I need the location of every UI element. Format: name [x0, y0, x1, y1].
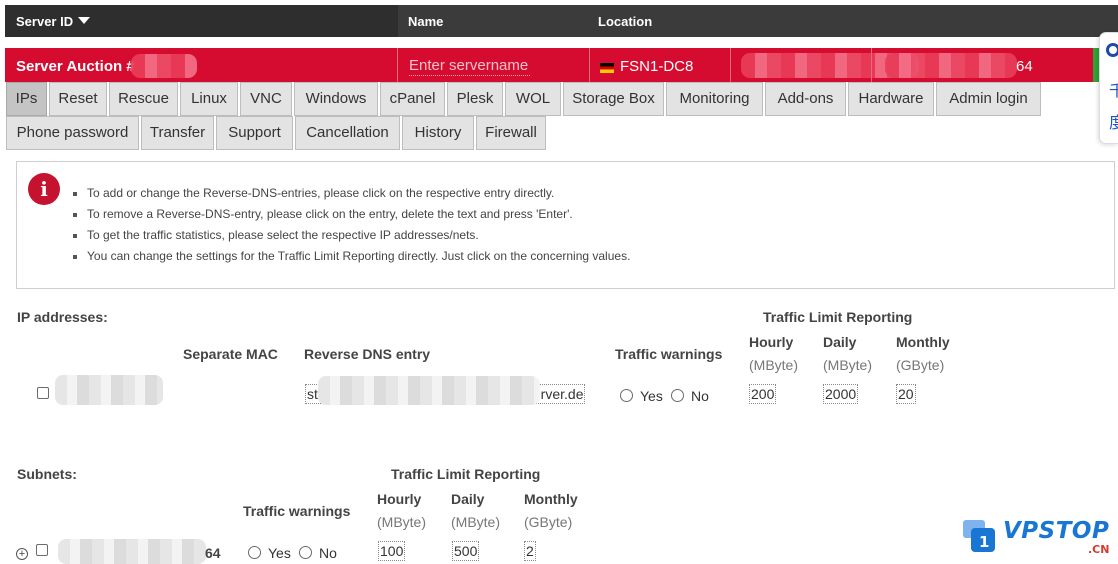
subnet-warning-yes-radio[interactable] [248, 546, 261, 559]
server-id-sort-header[interactable]: Server ID [5, 5, 398, 37]
tab-transfer[interactable]: Transfer [141, 116, 214, 150]
subnet-hourly-limit-value[interactable]: 100 [378, 541, 406, 561]
server-id-label: Server ID [16, 14, 74, 29]
traffic-warning-no-radio[interactable] [671, 389, 684, 402]
subnet-suffix: 64 [205, 545, 221, 561]
tab-phone-password[interactable]: Phone password [6, 116, 139, 150]
location-column-header: Location [598, 14, 653, 29]
server-table-header: Server ID Name Location [5, 5, 1118, 37]
watermark-tld: .CN [1088, 543, 1110, 556]
rdns-prefix: st [307, 386, 318, 402]
subnet-yes-label: Yes [268, 545, 291, 561]
column-divider [589, 48, 590, 82]
server-row[interactable]: Server Auction # FSN1-DC8 64 [5, 48, 1095, 82]
info-item: To add or change the Reverse-DNS-entries… [69, 186, 630, 207]
reverse-dns-header: Reverse DNS entry [304, 346, 431, 362]
tab-storage-box[interactable]: Storage Box [563, 82, 664, 116]
info-box: i To add or change the Reverse-DNS-entri… [16, 161, 1115, 289]
hourly-unit: (MByte) [749, 357, 798, 373]
info-item: To remove a Reverse-DNS-entry, please cl… [69, 207, 630, 228]
tab-support[interactable]: Support [216, 116, 293, 150]
widget-glyph-icon: 千 [1109, 81, 1118, 100]
info-list: To add or change the Reverse-DNS-entries… [69, 186, 630, 270]
hourly-limit-value[interactable]: 200 [749, 384, 777, 404]
tab-firewall[interactable]: Firewall [476, 116, 546, 150]
tab-hardware[interactable]: Hardware [848, 82, 934, 116]
traffic-warnings-header: Traffic warnings [615, 346, 723, 362]
germany-flag-icon [600, 63, 614, 73]
monthly-limit-value[interactable]: 20 [896, 384, 916, 404]
subnet-daily-unit: (MByte) [451, 514, 500, 530]
daily-header: Daily [823, 334, 857, 350]
subnet-select-checkbox[interactable] [36, 544, 48, 556]
tab-cancellation[interactable]: Cancellation [295, 116, 400, 150]
tab-plesk[interactable]: Plesk [447, 82, 503, 116]
servername-input[interactable] [409, 56, 530, 76]
rdns-suffix: erver.de [532, 386, 584, 402]
name-column-header: Name [408, 14, 444, 29]
tab-ips[interactable]: IPs [6, 82, 47, 116]
watermark-brand: VPSTOP [1003, 518, 1110, 544]
subnet-monthly-limit-value[interactable]: 2 [524, 541, 536, 561]
no-label: No [691, 388, 709, 404]
monthly-unit: (GByte) [896, 357, 945, 373]
widget-logo-icon [1106, 43, 1118, 57]
info-icon: i [28, 173, 60, 205]
traffic-limit-header: Traffic Limit Reporting [763, 309, 913, 325]
subnet-warning-no-radio[interactable] [299, 546, 312, 559]
subnet-monthly-unit: (GByte) [524, 514, 573, 530]
column-divider [730, 48, 731, 82]
separate-mac-header: Separate MAC [183, 346, 278, 362]
caret-down-icon [78, 17, 91, 24]
side-support-widget[interactable]: 千 度 [1099, 32, 1118, 144]
redacted-rdns [318, 376, 540, 405]
logo-digit: 1 [979, 533, 989, 551]
redacted-subnet [58, 539, 206, 564]
tab-windows[interactable]: Windows [294, 82, 378, 116]
subnet-no-label: No [319, 545, 337, 561]
tab-cpanel[interactable]: cPanel [380, 82, 445, 116]
column-divider [397, 48, 398, 82]
tab-admin-login[interactable]: Admin login [936, 82, 1041, 116]
ip-addresses-title: IP addresses: [17, 309, 108, 325]
daily-unit: (MByte) [823, 357, 872, 373]
tab-vnc[interactable]: VNC [240, 82, 292, 116]
info-item: To get the traffic statistics, please se… [69, 228, 630, 249]
subnet-traffic-limit-header: Traffic Limit Reporting [391, 466, 541, 482]
subnet-hourly-header: Hourly [377, 491, 422, 507]
subnet-hourly-unit: (MByte) [377, 514, 426, 530]
redacted-ipv6 [885, 53, 1017, 78]
location-value: FSN1-DC8 [620, 58, 694, 75]
subnet-daily-header: Daily [451, 491, 485, 507]
tab-reset[interactable]: Reset [49, 82, 107, 116]
redacted-server-id [131, 54, 197, 78]
subnet-monthly-header: Monthly [524, 491, 578, 507]
hourly-header: Hourly [749, 334, 794, 350]
yes-label: Yes [640, 388, 663, 404]
expand-plus-icon[interactable]: + [16, 548, 28, 560]
subnet-daily-limit-value[interactable]: 500 [452, 541, 480, 561]
redacted-ip-address [55, 375, 163, 405]
monthly-header: Monthly [896, 334, 950, 350]
tab-linux[interactable]: Linux [180, 82, 238, 116]
tab-rescue[interactable]: Rescue [109, 82, 178, 116]
column-divider [871, 48, 872, 82]
server-title: Server Auction # [16, 58, 135, 75]
tab-add-ons[interactable]: Add-ons [765, 82, 846, 116]
widget-glyph-icon: 度 [1109, 113, 1118, 132]
vpstop-logo-icon: 1 [963, 520, 995, 552]
ipv6-suffix: 64 [1016, 58, 1033, 75]
tab-history[interactable]: History [402, 116, 474, 150]
ip-select-checkbox[interactable] [37, 387, 49, 399]
tab-monitoring[interactable]: Monitoring [666, 82, 763, 116]
daily-limit-value[interactable]: 2000 [823, 384, 859, 404]
subnets-title: Subnets: [17, 466, 77, 482]
subnet-traffic-warnings-header: Traffic warnings [243, 503, 351, 519]
info-item: You can change the settings for the Traf… [69, 249, 630, 270]
tab-wol[interactable]: WOL [505, 82, 561, 116]
traffic-warning-yes-radio[interactable] [620, 389, 633, 402]
